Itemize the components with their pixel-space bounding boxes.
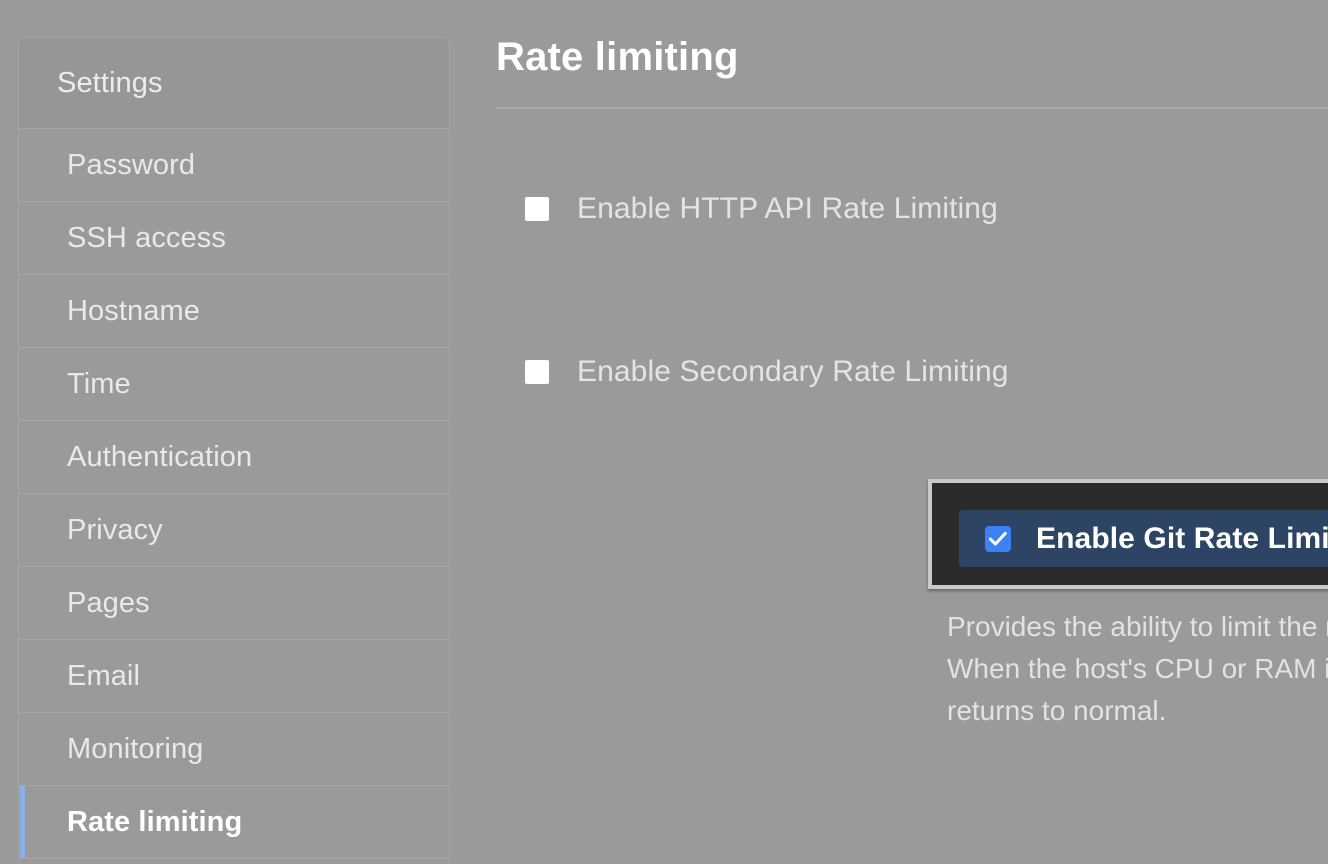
sidebar-item-email[interactable]: Email: [19, 640, 449, 713]
option-description: Provides the ability to limit the rate a…: [947, 606, 1328, 732]
sidebar-item-hostname[interactable]: Hostname: [19, 275, 449, 348]
description-paragraph-1: Provides the ability to limit the rate a…: [947, 611, 1328, 642]
sidebar-item-label: Monitoring: [67, 732, 204, 765]
highlight-callout-box: Enable Git Rate Limiting: [928, 479, 1328, 589]
option-label: Enable HTTP API Rate Limiting: [577, 192, 998, 225]
sidebar-item-monitoring[interactable]: Monitoring: [19, 713, 449, 786]
checkbox-checked-icon[interactable]: [985, 525, 1011, 552]
checkbox-unchecked-icon[interactable]: [525, 197, 549, 221]
main-content: Rate limiting Enable HTTP API Rate Limit…: [450, 0, 1328, 864]
sidebar-item-time[interactable]: Time: [19, 348, 449, 421]
sidebar-header: Settings: [19, 38, 449, 129]
sidebar-item-label: Rate limiting: [67, 805, 243, 838]
sidebar-item-label: Time: [67, 367, 131, 400]
option-enable-http-api-rate-limiting[interactable]: Enable HTTP API Rate Limiting: [525, 192, 998, 226]
option-enable-git-rate-limiting[interactable]: Enable Git Rate Limiting: [959, 510, 1328, 567]
sidebar-item-overflow[interactable]: [19, 859, 449, 864]
sidebar-item-authentication[interactable]: Authentication: [19, 421, 449, 494]
sidebar-item-label: Privacy: [67, 513, 163, 546]
title-divider: [495, 107, 1328, 109]
sidebar-item-label: Pages: [67, 586, 150, 619]
sidebar-item-pages[interactable]: Pages: [19, 567, 449, 640]
settings-sidebar: Settings Password SSH access Hostname Ti…: [18, 37, 450, 864]
screenshot-root: Settings Password SSH access Hostname Ti…: [0, 0, 1328, 864]
checkbox-unchecked-icon[interactable]: [525, 360, 549, 384]
sidebar-item-label: Password: [67, 148, 196, 181]
description-paragraph-2: When the host's CPU or RAM is overloaded…: [947, 653, 1328, 726]
sidebar-item-label: Email: [67, 659, 141, 692]
sidebar-item-password[interactable]: Password: [19, 129, 449, 202]
sidebar-item-ssh-access[interactable]: SSH access: [19, 202, 449, 275]
sidebar-item-label: SSH access: [67, 221, 226, 254]
page-title: Rate limiting: [496, 35, 739, 79]
sidebar-item-label: Hostname: [67, 294, 200, 327]
sidebar-item-rate-limiting[interactable]: Rate limiting: [19, 786, 449, 859]
sidebar-item-label: Authentication: [67, 440, 253, 473]
sidebar-item-privacy[interactable]: Privacy: [19, 494, 449, 567]
option-label: Enable Secondary Rate Limiting: [577, 355, 1009, 388]
option-label: Enable Git Rate Limiting: [1036, 521, 1328, 555]
option-enable-secondary-rate-limiting[interactable]: Enable Secondary Rate Limiting: [525, 355, 1009, 389]
